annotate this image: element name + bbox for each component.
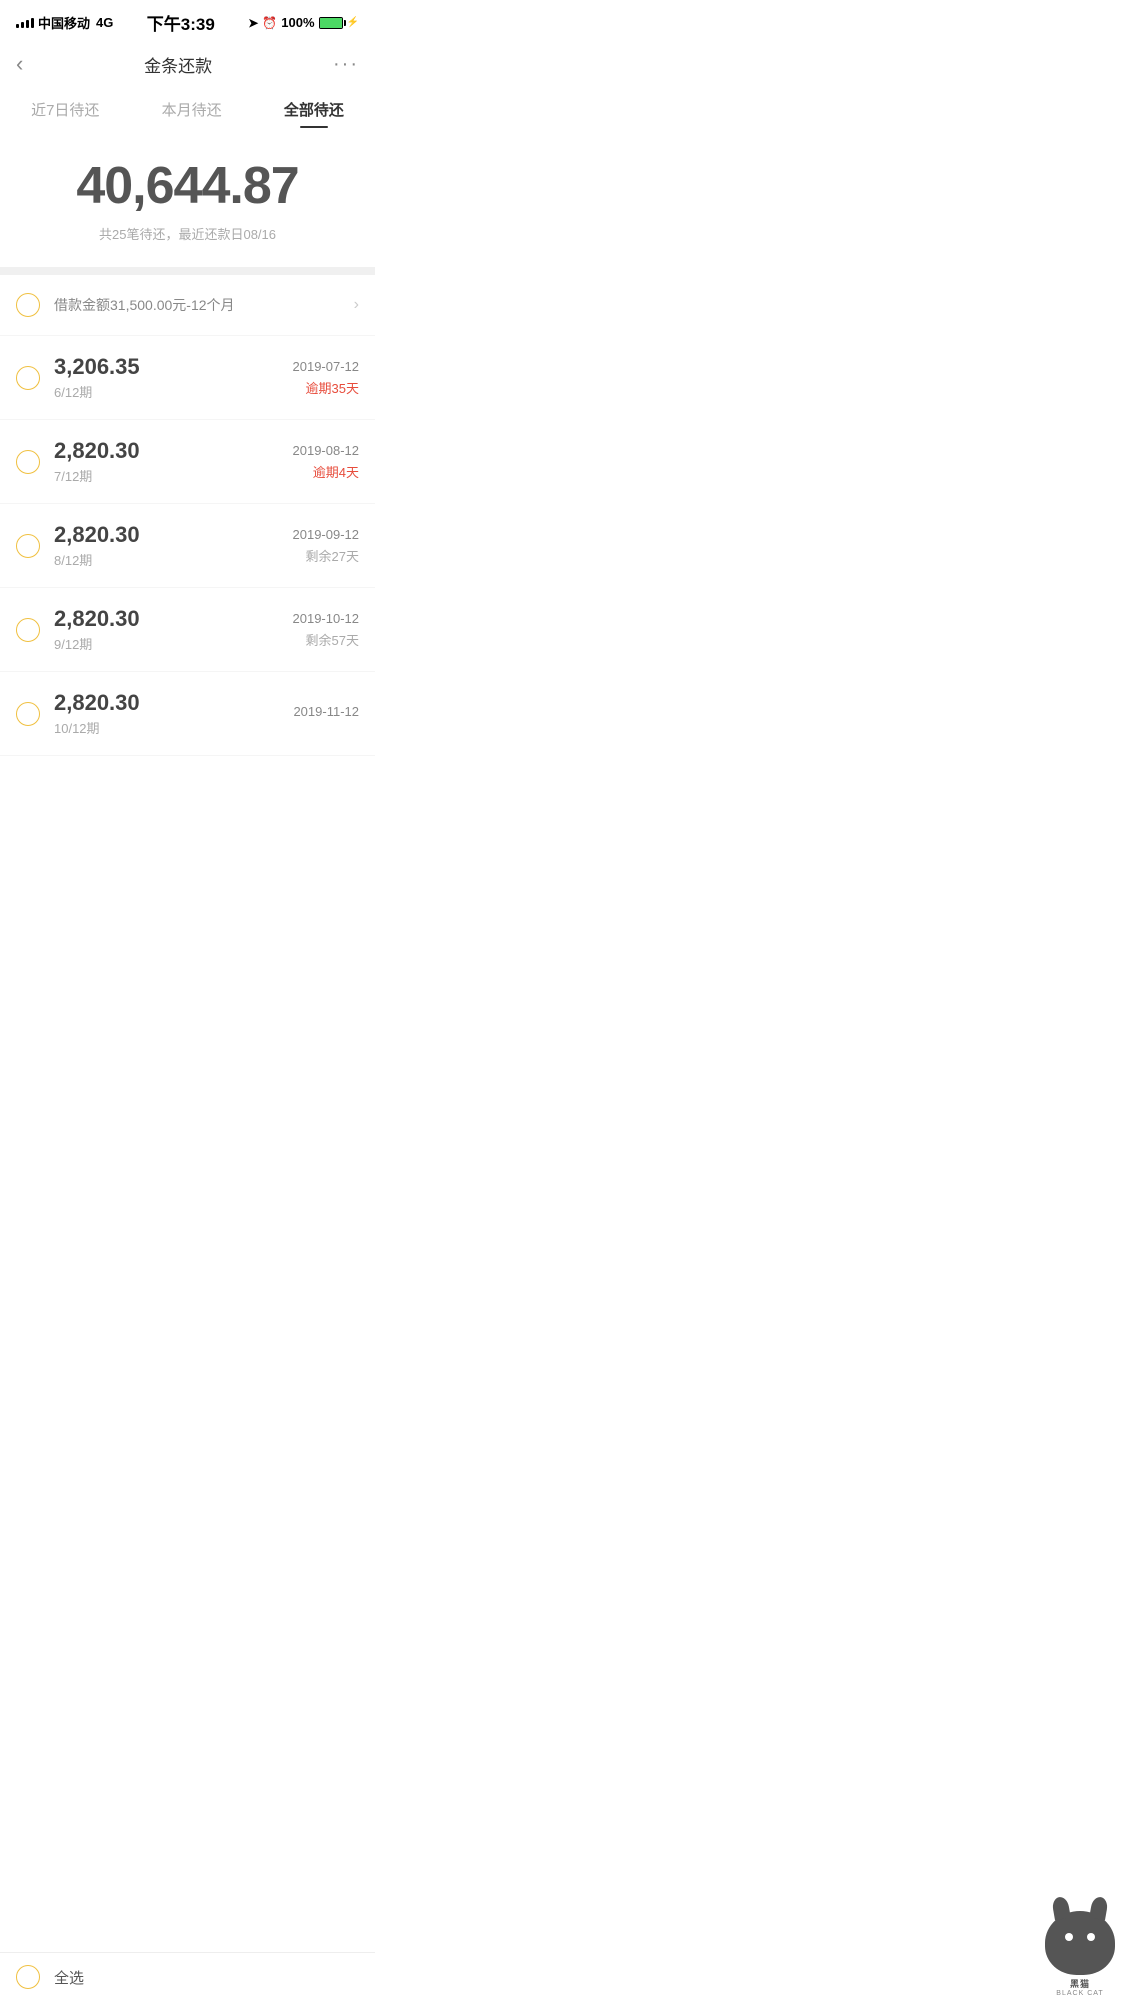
install-info: 2,820.30 9/12期 (54, 606, 140, 653)
installment-item[interactable]: 2,820.30 7/12期 2019-08-12 逾期4天 (0, 420, 375, 504)
install-amount: 2,820.30 (54, 438, 140, 464)
install-period: 7/12期 (54, 466, 140, 485)
install-checkbox-4[interactable] (16, 702, 40, 726)
select-all-checkbox[interactable] (16, 1965, 40, 1989)
install-info: 2,820.30 8/12期 (54, 522, 140, 569)
network-label: 4G (96, 15, 113, 30)
install-date: 2019-08-12 (293, 443, 360, 458)
installments-list: 3,206.35 6/12期 2019-07-12 逾期35天 2,820.30… (0, 336, 375, 756)
install-amount: 2,820.30 (54, 522, 140, 548)
status-left: 中国移动 4G (16, 13, 113, 32)
status-right: ➤ ⏰ 100% ⚡ (248, 15, 359, 30)
install-date: 2019-07-12 (293, 359, 360, 374)
summary-section: 40,644.87 共25笔待还，最近还款日08/16 (0, 128, 375, 267)
status-bar: 中国移动 4G 下午3:39 ➤ ⏰ 100% ⚡ (0, 0, 375, 41)
install-status: 剩余57天 (306, 630, 359, 649)
alarm-icon: ⏰ (262, 16, 277, 30)
install-status: 剩余27天 (306, 546, 359, 565)
install-left: 2,820.30 10/12期 (16, 690, 140, 737)
summary-subtitle: 共25笔待还，最近还款日08/16 (16, 224, 359, 243)
install-left: 2,820.30 8/12期 (16, 522, 140, 569)
install-amount: 3,206.35 (54, 354, 140, 380)
installment-item[interactable]: 2,820.30 10/12期 2019-11-12 (0, 672, 375, 756)
tab-all[interactable]: 全部待还 (284, 99, 344, 128)
install-right: 2019-10-12 剩余57天 (293, 611, 360, 649)
cat-eyes (1065, 1933, 1095, 1941)
carrier-label: 中国移动 (38, 13, 90, 32)
cat-label-cn: 黑猫 (1070, 1977, 1090, 1990)
location-icon: ➤ (248, 16, 258, 30)
charging-icon: ⚡ (347, 17, 359, 28)
installment-item[interactable]: 2,820.30 8/12期 2019-09-12 剩余27天 (0, 504, 375, 588)
install-left: 2,820.30 9/12期 (16, 606, 140, 653)
cat-shape (1045, 1911, 1115, 1975)
bottom-bar: 全选 (0, 1952, 375, 2001)
install-amount: 2,820.30 (54, 606, 140, 632)
loan-group-header[interactable]: 借款金额31,500.00元-12个月 › (0, 275, 375, 336)
install-checkbox-1[interactable] (16, 450, 40, 474)
cat-label-en: BLACK CAT (1056, 1990, 1103, 1997)
installment-item[interactable]: 3,206.35 6/12期 2019-07-12 逾期35天 (0, 336, 375, 420)
time-label: 下午3:39 (147, 10, 215, 35)
select-all-label[interactable]: 全选 (54, 1967, 84, 1988)
battery-percent: 100% (281, 15, 314, 30)
install-period: 10/12期 (54, 718, 140, 737)
install-left: 3,206.35 6/12期 (16, 354, 140, 401)
install-date: 2019-10-12 (293, 611, 360, 626)
install-info: 2,820.30 7/12期 (54, 438, 140, 485)
back-button[interactable]: ‹ (16, 51, 23, 77)
install-period: 9/12期 (54, 634, 140, 653)
install-left: 2,820.30 7/12期 (16, 438, 140, 485)
tab-month[interactable]: 本月待还 (162, 99, 222, 128)
signal-icon (16, 18, 34, 28)
install-checkbox-2[interactable] (16, 534, 40, 558)
loan-group-left: 借款金额31,500.00元-12个月 (16, 293, 235, 317)
install-right: 2019-09-12 剩余27天 (293, 527, 360, 565)
page-title: 金条还款 (144, 52, 212, 77)
install-checkbox-0[interactable] (16, 366, 40, 390)
cat-eye-left (1065, 1933, 1073, 1941)
loan-group-title: 借款金额31,500.00元-12个月 (54, 295, 235, 315)
tab-bar: 近7日待还 本月待还 全部待还 (0, 87, 375, 128)
tab-7days[interactable]: 近7日待还 (31, 99, 99, 128)
installment-item[interactable]: 2,820.30 9/12期 2019-10-12 剩余57天 (0, 588, 375, 672)
install-amount: 2,820.30 (54, 690, 140, 716)
install-date: 2019-11-12 (293, 704, 359, 719)
install-status: 逾期35天 (306, 378, 359, 397)
section-divider (0, 267, 375, 275)
loan-group-checkbox[interactable] (16, 293, 40, 317)
total-amount: 40,644.87 (16, 156, 359, 216)
install-checkbox-3[interactable] (16, 618, 40, 642)
chevron-right-icon: › (354, 296, 359, 314)
install-right: 2019-11-12 (293, 704, 359, 723)
install-right: 2019-07-12 逾期35天 (293, 359, 360, 397)
install-date: 2019-09-12 (293, 527, 360, 542)
cat-face (1065, 1933, 1095, 1953)
install-status: 逾期4天 (313, 462, 359, 481)
cat-eye-right (1087, 1933, 1095, 1941)
install-period: 6/12期 (54, 382, 140, 401)
install-right: 2019-08-12 逾期4天 (293, 443, 360, 481)
install-period: 8/12期 (54, 550, 140, 569)
install-info: 2,820.30 10/12期 (54, 690, 140, 737)
battery-icon (319, 17, 343, 29)
nav-bar: ‹ 金条还款 ··· (0, 41, 375, 87)
install-info: 3,206.35 6/12期 (54, 354, 140, 401)
more-button[interactable]: ··· (333, 53, 359, 76)
black-cat-watermark: 黑猫 BLACK CAT (1035, 1911, 1125, 2001)
